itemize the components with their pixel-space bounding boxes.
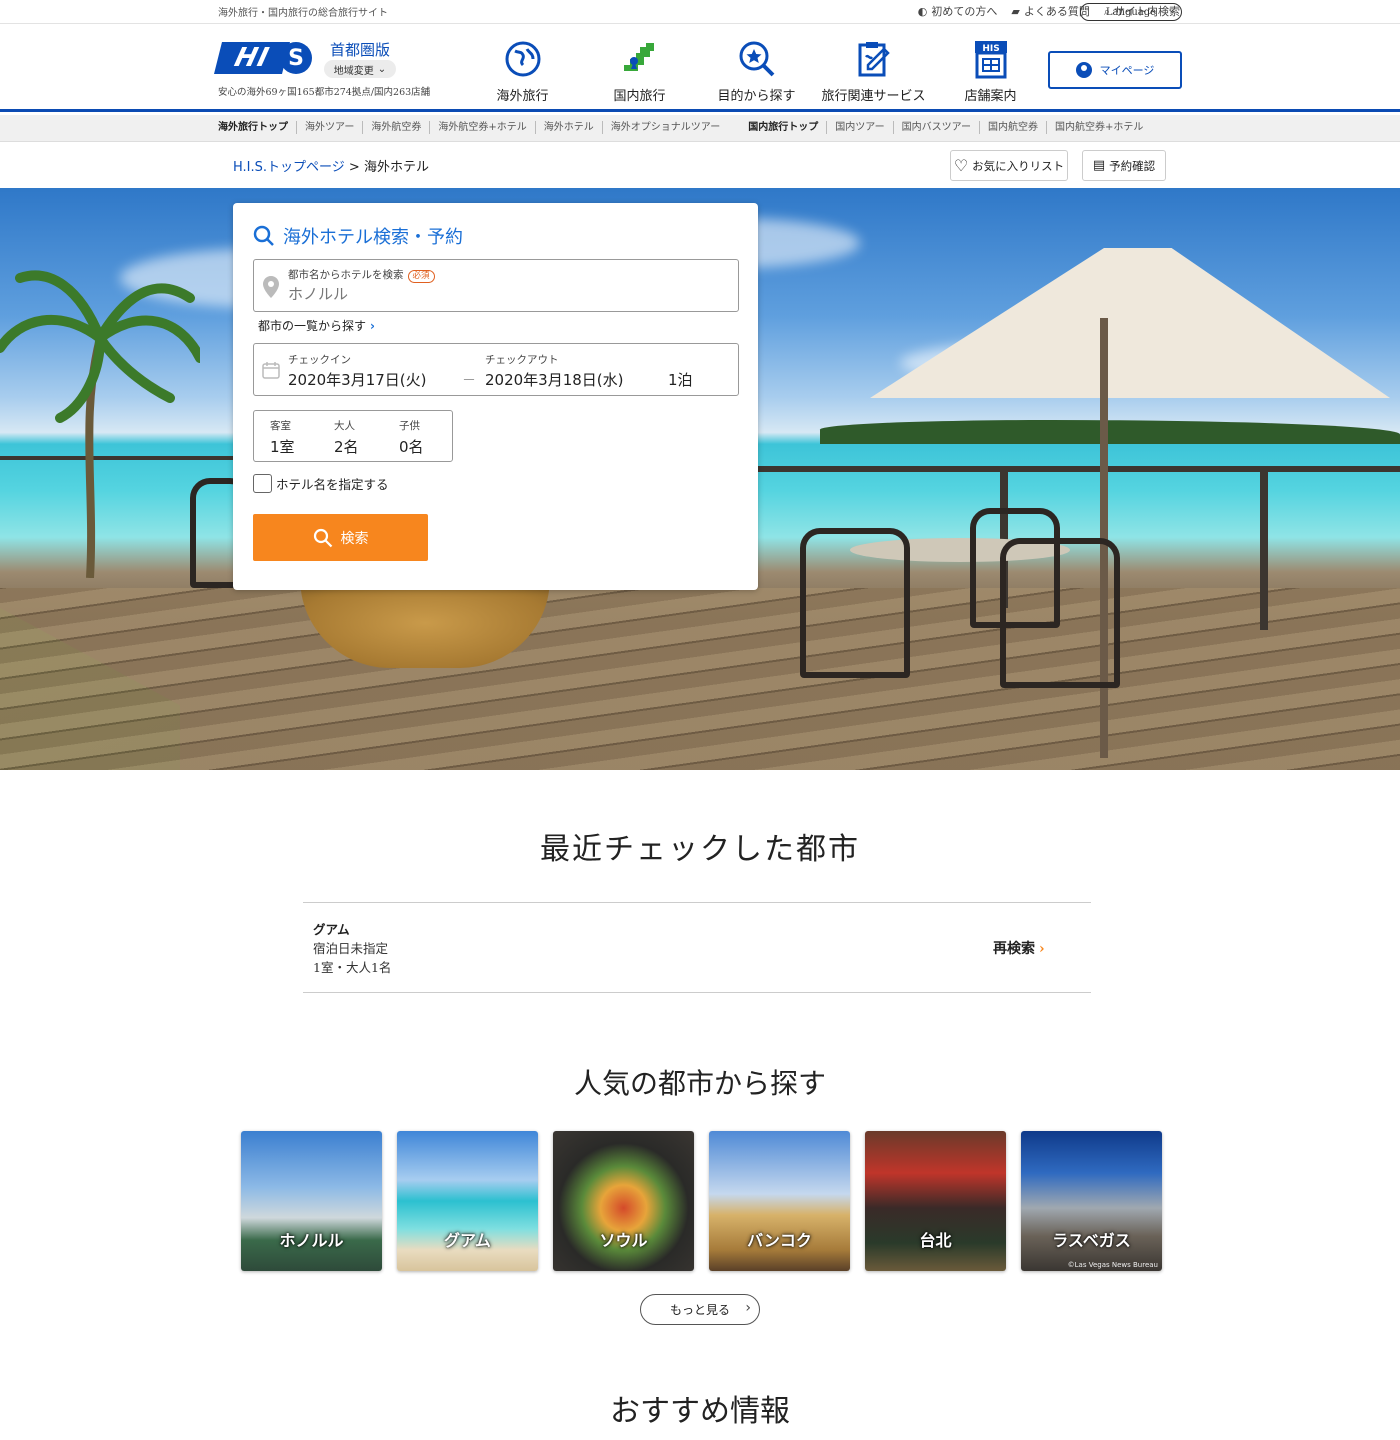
breadcrumb-home-link[interactable]: H.I.S.トップページ bbox=[233, 160, 345, 175]
clipboard-pen-icon bbox=[858, 42, 890, 77]
recommend-heading: おすすめ情報 bbox=[610, 1394, 790, 1429]
location-pin-icon bbox=[263, 276, 279, 298]
region-name: 首都圏版 bbox=[330, 41, 391, 59]
search-panel-title: 海外ホテル検索・予約 bbox=[253, 223, 463, 249]
language-select[interactable]: Language ⌄ bbox=[1080, 3, 1182, 21]
subnav-domestic-air-hotel[interactable]: 国内航空券+ホテル bbox=[1046, 121, 1151, 134]
utility-bar: 海外旅行・国内旅行の総合旅行サイト ◐ 初めての方へ ▰ よくある質問 ⌕ サイト内検… bbox=[0, 0, 1400, 24]
breadcrumb-separator: > bbox=[348, 160, 360, 175]
globe-icon bbox=[505, 41, 540, 77]
research-link[interactable]: 再検索 › bbox=[993, 938, 1045, 958]
checkbox[interactable] bbox=[253, 474, 272, 493]
user-avatar-icon bbox=[1075, 62, 1092, 78]
breadcrumb-bar: H.I.S.トップページ > 海外ホテル ♡ お気に入りリスト ▤ 予約確認 bbox=[0, 142, 1400, 188]
search-star-icon bbox=[739, 41, 774, 77]
his-logo[interactable]: HI S bbox=[214, 38, 314, 78]
children-count: 子供 0名 bbox=[399, 420, 424, 456]
his-store-icon: HIS bbox=[974, 41, 1007, 79]
site-tagline: 海外旅行・国内旅行の総合旅行サイト bbox=[218, 8, 388, 19]
subnav-domestic-top[interactable]: 国内旅行トップ bbox=[728, 121, 826, 134]
adults-count: 大人 2名 bbox=[334, 420, 359, 456]
search-icon bbox=[253, 225, 274, 246]
recent-city-item: グアム 宿泊日未指定 1室・大人1名 再検索 › bbox=[303, 902, 1091, 993]
subnav-overseas-tour[interactable]: 海外ツアー bbox=[296, 121, 362, 134]
chevron-down-icon: ⌄ bbox=[1167, 5, 1175, 15]
header-subtag: 安心の海外69ヶ国165都市274拠点/国内263店舗 bbox=[218, 87, 431, 98]
subnav-overseas-top[interactable]: 海外旅行トップ bbox=[218, 121, 296, 134]
subnav-domestic-bus[interactable]: 国内バスツアー bbox=[892, 121, 979, 134]
destination-field[interactable]: 都市名からホテルを検索 必須 bbox=[253, 259, 739, 312]
destination-input[interactable] bbox=[288, 285, 708, 303]
heart-icon: ♡ bbox=[953, 156, 969, 175]
hotel-search-panel: 海外ホテル検索・予約 都市名からホテルを検索必須 都市の一覧から探す› チェック… bbox=[233, 203, 758, 590]
hotel-name-checkbox[interactable]: ホテル名を指定する bbox=[253, 474, 389, 493]
nav-store-guide[interactable]: HIS 店舗案内 bbox=[932, 34, 1049, 104]
city-card-bangkok[interactable]: バンコク bbox=[709, 1131, 850, 1271]
nav-domestic[interactable]: 国内旅行 bbox=[581, 34, 698, 104]
main-nav: 海外旅行 国内旅行 目的から探す 旅行関連サービス HIS 店舗案内 bbox=[464, 34, 1049, 104]
checkin-label: チェックイン bbox=[288, 354, 351, 366]
recent-city-dates: 宿泊日未指定 bbox=[313, 941, 389, 956]
subnav-overseas-air[interactable]: 海外航空券 bbox=[362, 121, 429, 134]
reservation-check-button[interactable]: ▤ 予約確認 bbox=[1082, 150, 1166, 181]
nights-count: 1泊 bbox=[668, 371, 693, 389]
nav-by-purpose[interactable]: 目的から探す bbox=[698, 34, 815, 104]
guests-field[interactable]: 客室 1室 大人 2名 子供 0名 bbox=[253, 410, 453, 462]
rooms-count: 客室 1室 bbox=[270, 420, 295, 456]
search-button[interactable]: 検索 bbox=[253, 514, 428, 561]
city-card-las-vegas[interactable]: ラスベガス ©Las Vegas News Bureau bbox=[1021, 1131, 1162, 1271]
chevron-down-icon: ⌄ bbox=[377, 63, 387, 75]
subnav-optional-tour[interactable]: 海外オプショナルツアー bbox=[601, 121, 728, 134]
recent-city-name: グアム bbox=[313, 922, 350, 937]
chevron-right-icon: › bbox=[745, 1300, 751, 1316]
date-separator: － bbox=[462, 373, 476, 389]
recent-city-guests: 1室・大人1名 bbox=[313, 960, 392, 975]
checkout-value[interactable]: 2020年3月18日(水) bbox=[485, 369, 624, 390]
photo-credit: ©Las Vegas News Bureau bbox=[1067, 1261, 1158, 1269]
subnav-domestic-tour[interactable]: 国内ツアー bbox=[826, 121, 892, 134]
city-card-honolulu[interactable]: ホノルル bbox=[241, 1131, 382, 1271]
subnav-overseas-air-hotel[interactable]: 海外航空券+ホテル bbox=[429, 121, 534, 134]
checkout-label: チェックアウト bbox=[485, 354, 559, 366]
chevron-right-icon: › bbox=[1039, 941, 1045, 957]
city-list-link[interactable]: 都市の一覧から探す › bbox=[258, 317, 375, 334]
site-header: HI S 首都圏版 地域変更 ⌄ 安心の海外69ヶ国165都市274拠点/国内2… bbox=[0, 24, 1400, 112]
popular-city-cards: ホノルル グアム ソウル バンコク 台北 ラスベガス ©Las Vegas New… bbox=[241, 1131, 1162, 1271]
favorites-button[interactable]: ♡ お気に入りリスト bbox=[950, 150, 1068, 181]
sub-nav: 海外旅行トップ 海外ツアー 海外航空券 海外航空券+ホテル 海外ホテル 海外オプ… bbox=[0, 115, 1400, 142]
breadcrumb-current: 海外ホテル bbox=[363, 160, 429, 175]
subnav-domestic-air[interactable]: 国内航空券 bbox=[979, 121, 1046, 134]
first-time-link[interactable]: ◐ 初めての方へ bbox=[918, 3, 998, 19]
nav-travel-services[interactable]: 旅行関連サービス bbox=[815, 34, 932, 104]
subnav-overseas-hotel[interactable]: 海外ホテル bbox=[534, 121, 602, 134]
sub-nav-items: 海外旅行トップ 海外ツアー 海外航空券 海外航空券+ホテル 海外ホテル 海外オプ… bbox=[218, 121, 1151, 134]
search-icon bbox=[313, 528, 332, 547]
chevron-right-icon: › bbox=[370, 319, 375, 333]
breadcrumb: H.I.S.トップページ > 海外ホテル bbox=[233, 156, 429, 175]
city-card-taipei[interactable]: 台北 bbox=[865, 1131, 1006, 1271]
date-field[interactable]: チェックイン 2020年3月17日(火) － チェックアウト 2020年3月18… bbox=[253, 343, 739, 396]
mypage-button[interactable]: マイページ bbox=[1048, 51, 1182, 89]
faq-link[interactable]: ▰ よくある質問 bbox=[1011, 3, 1089, 19]
region-change-button[interactable]: 地域変更 ⌄ bbox=[324, 60, 396, 78]
show-more-button[interactable]: もっと見る › bbox=[640, 1294, 760, 1325]
beginner-mark-icon: ◐ bbox=[917, 5, 928, 18]
city-card-guam[interactable]: グアム bbox=[397, 1131, 538, 1271]
calendar-icon bbox=[262, 362, 280, 379]
chat-bubble-icon: ▰ bbox=[1011, 5, 1020, 18]
city-card-seoul[interactable]: ソウル bbox=[553, 1131, 694, 1271]
checkin-value[interactable]: 2020年3月17日(火) bbox=[288, 369, 427, 390]
nav-overseas[interactable]: 海外旅行 bbox=[464, 34, 581, 104]
recent-heading: 最近チェックした都市 bbox=[540, 832, 860, 867]
japan-map-icon bbox=[623, 43, 654, 71]
popular-heading: 人気の都市から探す bbox=[573, 1067, 826, 1100]
required-badge: 必須 bbox=[407, 270, 435, 283]
document-icon: ▤ bbox=[1092, 158, 1106, 173]
